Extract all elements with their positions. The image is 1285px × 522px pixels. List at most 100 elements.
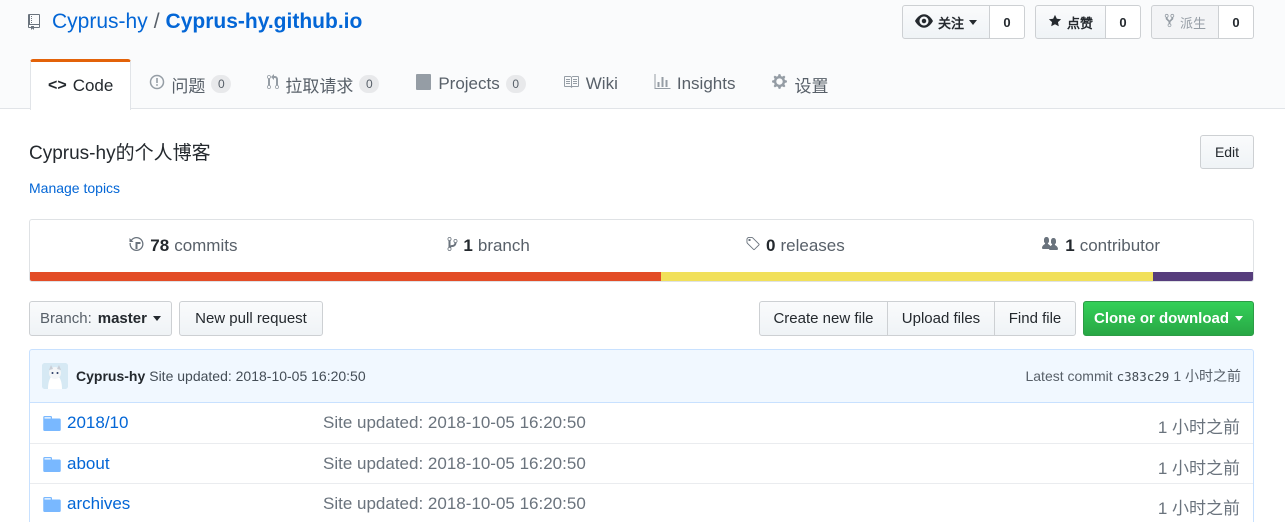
chevron-down-icon [152, 316, 161, 321]
file-age: 1 小时之前 [1157, 418, 1240, 437]
pull-request-icon [267, 73, 280, 95]
numbers-summary: 78 commits 1 branch 0 releases 1 contrib… [29, 219, 1254, 282]
table-row: about Site updated: 2018-10-05 16:20:50 … [30, 443, 1253, 483]
gear-icon [771, 73, 788, 95]
commits-link[interactable]: 78 commits [30, 220, 336, 272]
new-pull-request-button[interactable]: New pull request [179, 301, 323, 336]
branch-name: master [97, 310, 147, 327]
tab-label: Wiki [585, 74, 618, 93]
language-bar[interactable] [30, 272, 1253, 281]
tab-label: Insights [676, 74, 736, 93]
fork-label: 派生 [1179, 15, 1206, 31]
file-age: 1 小时之前 [1157, 459, 1240, 478]
commit-author-link[interactable]: Cyprus-hy [76, 368, 145, 384]
contributors-label: contributor [1079, 236, 1161, 255]
file-name-link[interactable]: archives [67, 494, 130, 514]
star-label: 点赞 [1066, 15, 1093, 31]
tab-projects[interactable]: Projects 0 [397, 59, 543, 109]
branches-label: branch [477, 236, 530, 255]
latest-commit-label: Latest commit [1025, 368, 1113, 384]
tab-label: Code [72, 76, 114, 95]
star-button[interactable]: 点赞 [1034, 5, 1106, 39]
issues-counter: 0 [211, 75, 232, 93]
star-group: 点赞 0 [1034, 5, 1141, 39]
create-new-file-button[interactable]: Create new file [759, 301, 888, 336]
pull-requests-counter: 0 [359, 75, 380, 93]
tab-label: Projects [438, 74, 500, 93]
releases-label: releases [780, 236, 845, 255]
watch-label: 关注 [937, 15, 964, 31]
commits-label: commits [174, 236, 238, 255]
table-row: 2018/10 Site updated: 2018-10-05 16:20:5… [30, 403, 1253, 443]
tab-insights[interactable]: Insights [636, 59, 754, 109]
fork-count[interactable]: 0 [1219, 5, 1254, 39]
fork-button[interactable]: 派生 [1150, 5, 1219, 39]
repo-owner-link[interactable]: Cyprus-hy [52, 10, 148, 34]
people-icon [1040, 236, 1060, 257]
commit-sha-link[interactable]: c383c29 [1117, 369, 1170, 384]
language-segment-css [1152, 272, 1253, 281]
file-list: 2018/10 Site updated: 2018-10-05 16:20:5… [29, 403, 1254, 522]
tab-code[interactable]: <> Code [30, 59, 132, 110]
contributors-link[interactable]: 1 contributor [947, 220, 1253, 272]
table-row: archives Site updated: 2018-10-05 16:20:… [30, 483, 1253, 522]
avatar[interactable] [42, 363, 68, 389]
tab-label: 问题 [171, 76, 206, 96]
tab-issues[interactable]: 问题 0 [131, 59, 249, 109]
branch-prefix: Branch: [40, 310, 92, 327]
graph-icon [654, 73, 671, 95]
branch-icon [447, 236, 458, 257]
commit-meta: Latest commit c383c29 1 小时之前 [1025, 366, 1241, 386]
clone-label: Clone or download [1094, 310, 1229, 327]
releases-count: 0 [766, 236, 776, 255]
file-navigation: Branch: master New pull request Create n… [29, 301, 1254, 336]
commit-message[interactable]: Site updated: 2018-10-05 16:20:50 [149, 368, 365, 384]
watch-group: 关注 0 [901, 5, 1025, 39]
find-file-button[interactable]: Find file [994, 301, 1076, 336]
star-icon [1048, 14, 1062, 31]
branches-link[interactable]: 1 branch [336, 220, 642, 272]
clone-or-download-button[interactable]: Clone or download [1083, 301, 1254, 336]
tab-pull-requests[interactable]: 拉取请求 0 [249, 59, 397, 109]
repo-nav: <> Code 问题 0 拉取请求 0 Projects 0 Wiki Insi… [30, 59, 846, 110]
folder-icon [43, 457, 61, 472]
file-commit-message[interactable]: Site updated: 2018-10-05 16:20:50 [323, 494, 586, 514]
tag-icon [744, 236, 761, 257]
chevron-down-icon [1235, 316, 1243, 321]
repo-title: Cyprus-hy / Cyprus-hy.github.io [28, 8, 362, 36]
edit-button[interactable]: Edit [1200, 135, 1254, 169]
upload-files-button[interactable]: Upload files [887, 301, 995, 336]
tab-settings[interactable]: 设置 [753, 59, 846, 109]
chevron-down-icon [968, 19, 977, 25]
contributors-count: 1 [1065, 236, 1075, 255]
eye-icon [914, 13, 933, 31]
project-icon [415, 73, 432, 95]
history-icon [128, 236, 145, 257]
commit-age: 1 小时之前 [1173, 368, 1241, 384]
folder-icon [43, 416, 61, 431]
code-icon: <> [48, 77, 67, 94]
commits-count: 78 [150, 236, 170, 255]
language-segment-javascript [661, 272, 1153, 281]
language-segment-html [30, 272, 662, 281]
watch-count[interactable]: 0 [989, 5, 1025, 39]
tab-label: 拉取请求 [285, 76, 354, 96]
file-age: 1 小时之前 [1157, 499, 1240, 518]
file-name-link[interactable]: about [67, 454, 110, 474]
releases-link[interactable]: 0 releases [642, 220, 948, 272]
star-count[interactable]: 0 [1105, 5, 1141, 39]
projects-counter: 0 [505, 75, 526, 93]
repo-header: Cyprus-hy / Cyprus-hy.github.io 关注 0 点赞 … [0, 0, 1285, 110]
file-commit-message[interactable]: Site updated: 2018-10-05 16:20:50 [323, 454, 586, 474]
manage-topics-link[interactable]: Manage topics [29, 180, 120, 196]
tab-wiki[interactable]: Wiki [544, 59, 636, 109]
branches-count: 1 [463, 236, 473, 255]
file-commit-message[interactable]: Site updated: 2018-10-05 16:20:50 [323, 413, 586, 433]
watch-button[interactable]: 关注 [901, 5, 990, 39]
fork-icon [1164, 13, 1175, 31]
fork-group: 派生 0 [1150, 5, 1254, 39]
branch-select-button[interactable]: Branch: master [29, 301, 172, 336]
file-name-link[interactable]: 2018/10 [67, 413, 128, 433]
repo-name-link[interactable]: Cyprus-hy.github.io [166, 10, 363, 34]
path-separator: / [153, 10, 160, 33]
